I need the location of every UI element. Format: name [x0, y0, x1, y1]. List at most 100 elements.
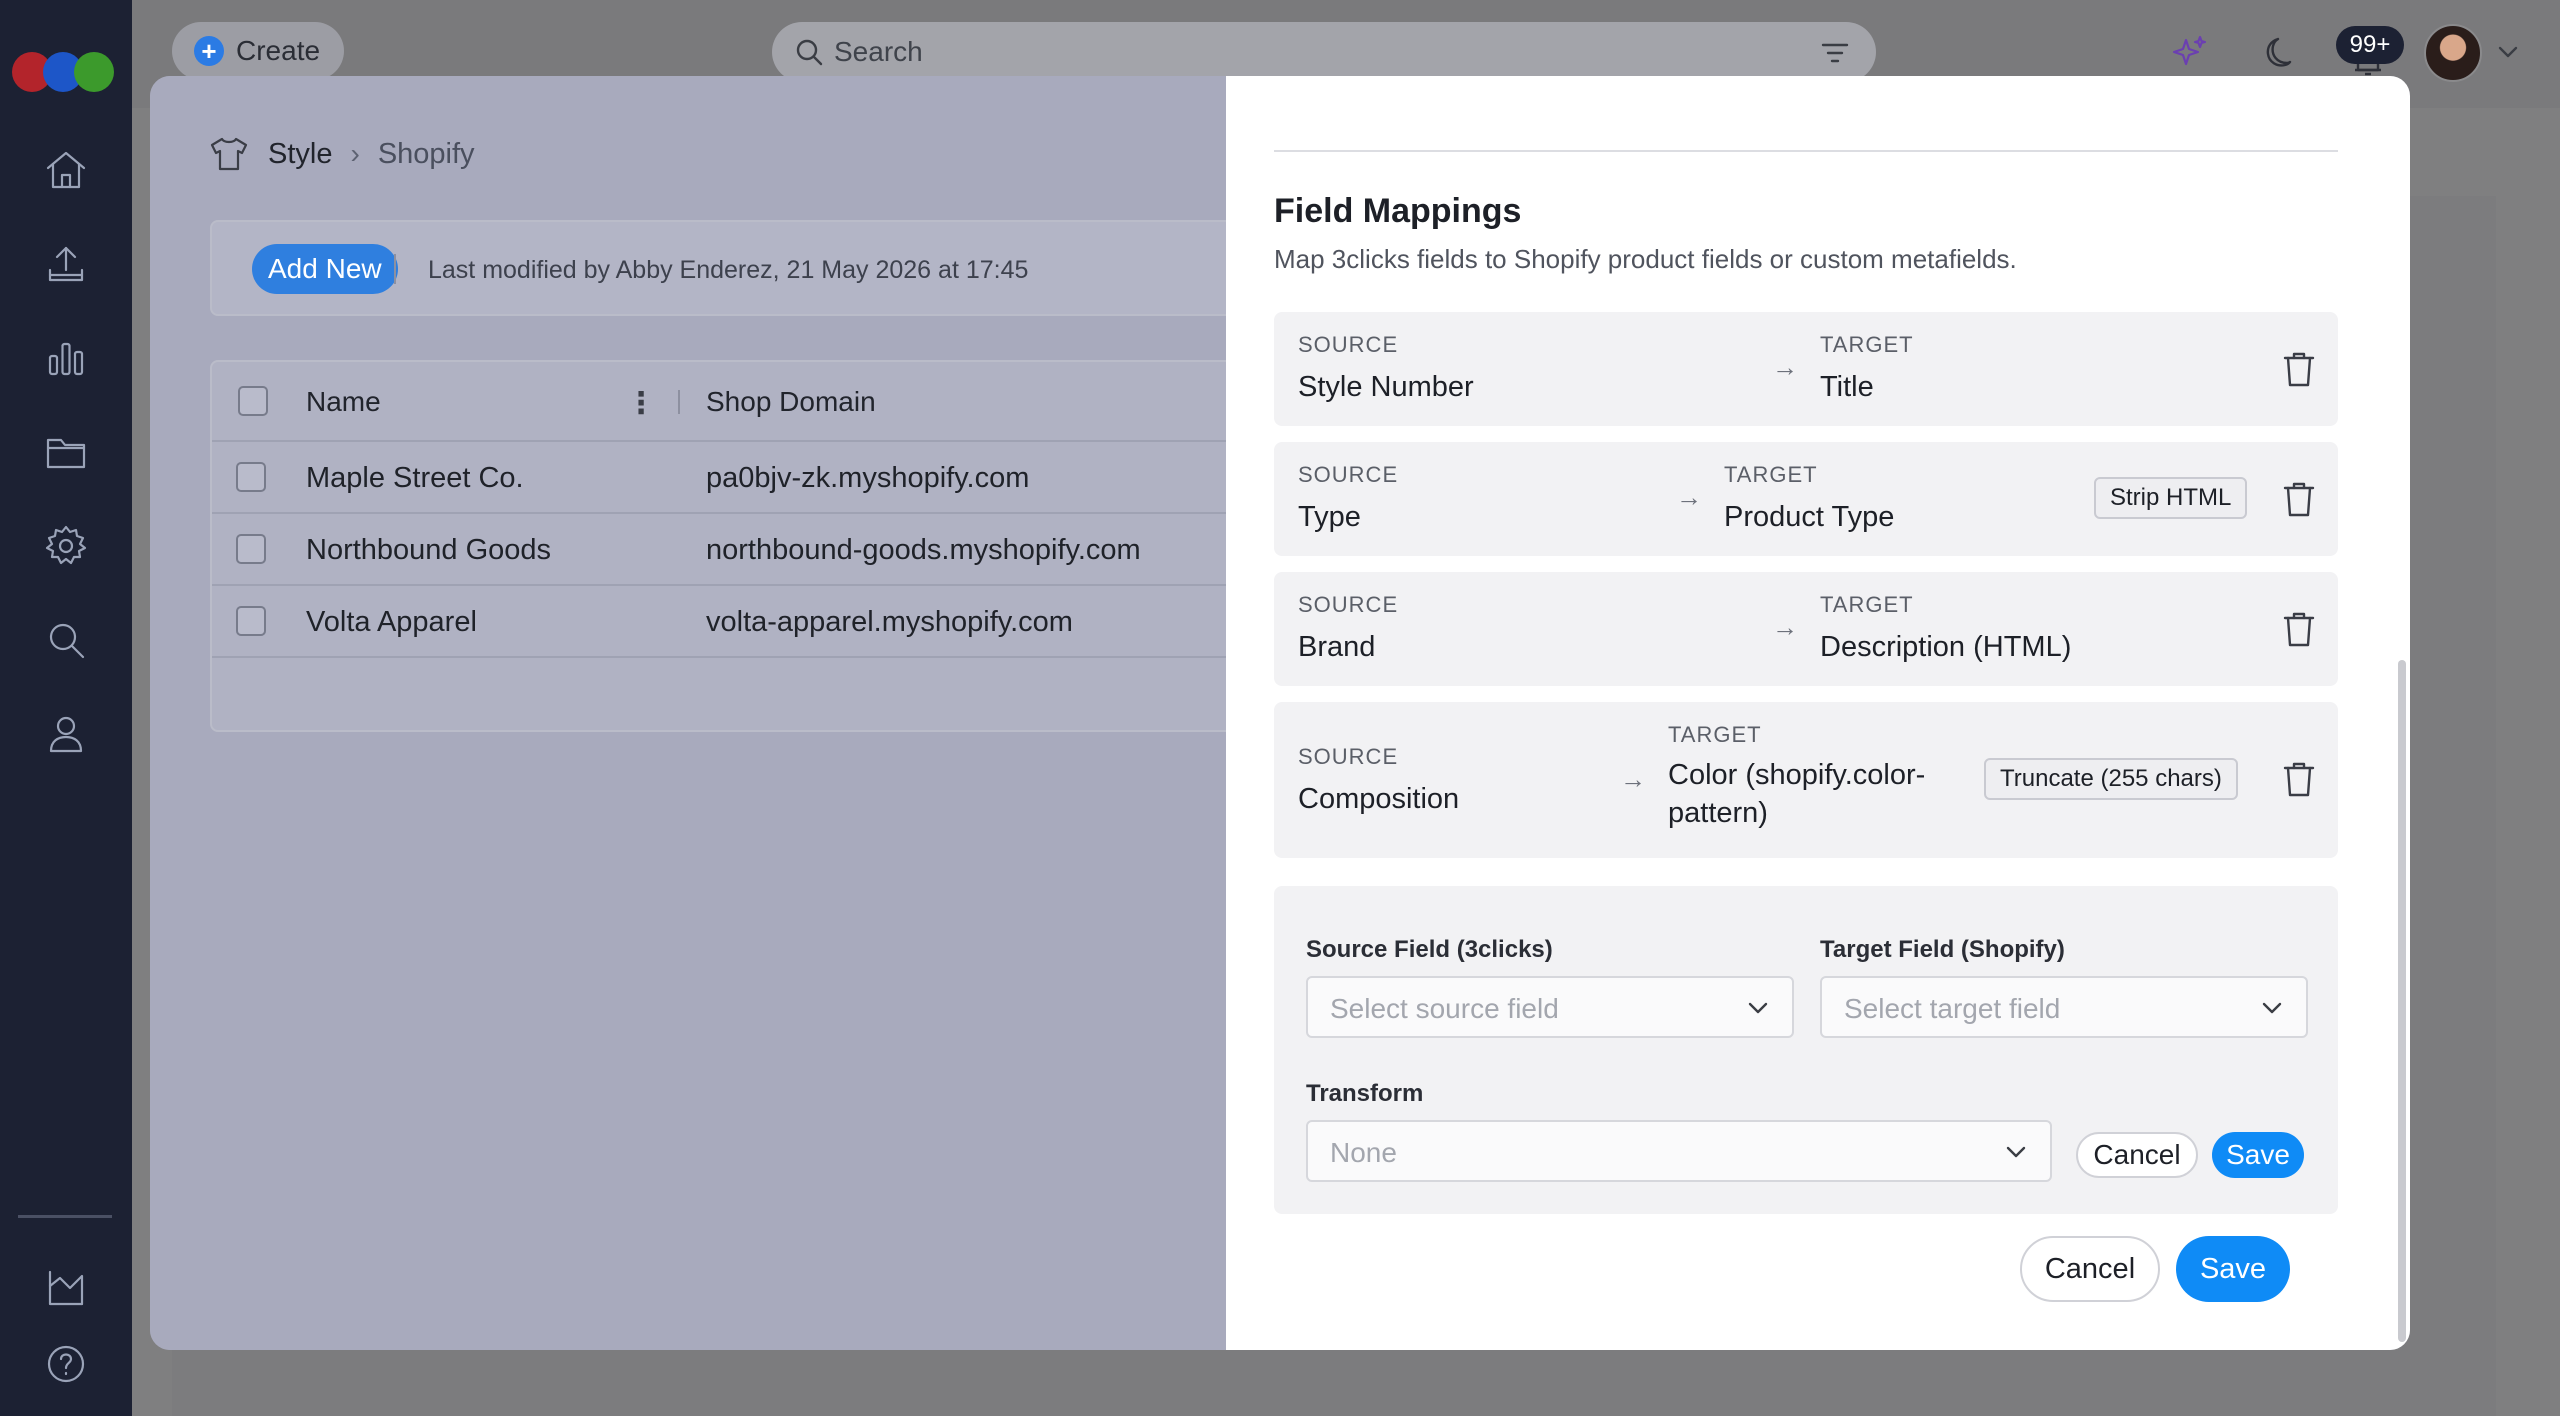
source-field-placeholder: Select source field — [1330, 993, 1559, 1024]
trash-icon[interactable] — [2282, 760, 2316, 798]
target-field-select[interactable]: Select target field — [1820, 976, 2308, 1038]
user-icon[interactable] — [38, 706, 94, 762]
target-label: TARGET — [1668, 722, 1762, 747]
target-label: TARGET — [1820, 332, 1914, 357]
mapping-row: SOURCE Style Number → TARGET Title — [1274, 312, 2338, 426]
target-label: TARGET — [1820, 592, 1914, 617]
select-all-checkbox[interactable] — [238, 386, 268, 416]
row-shop-domain: pa0bjv-zk.myshopify.com — [706, 462, 1030, 494]
mapping-row: SOURCE Brand → TARGET Description (HTML) — [1274, 572, 2338, 686]
global-search-input[interactable]: Search — [772, 22, 1876, 82]
target-label: TARGET — [1724, 462, 1818, 487]
search-placeholder: Search — [834, 36, 923, 67]
row-name: Maple Street Co. — [306, 462, 524, 494]
arrow-right-icon: → — [1772, 612, 1798, 642]
source-value: Brand — [1298, 631, 1376, 663]
breadcrumb-style[interactable]: Style — [268, 138, 332, 171]
analytics-icon[interactable] — [38, 1260, 94, 1316]
transform-value: None — [1330, 1137, 1397, 1168]
filter-icon[interactable] — [1820, 38, 1850, 68]
trash-icon[interactable] — [2282, 350, 2316, 388]
upload-icon[interactable] — [38, 236, 94, 292]
sparkle-icon[interactable] — [2162, 24, 2218, 80]
panel-scrollbar[interactable] — [2398, 660, 2406, 1342]
transform-chip: Truncate (255 chars) — [1984, 758, 2238, 800]
trash-icon[interactable] — [2282, 480, 2316, 518]
target-value: Product Type — [1724, 501, 1895, 533]
column-menu-icon[interactable]: ⋮ — [626, 386, 656, 421]
field-mappings-title: Field Mappings — [1274, 192, 1522, 230]
source-field-label: Source Field (3clicks) — [1306, 936, 1553, 963]
target-field-label: Target Field (Shopify) — [1820, 936, 2065, 963]
notifications-badge[interactable]: 99+ — [2336, 26, 2404, 64]
target-field-placeholder: Select target field — [1844, 993, 2061, 1024]
avatar[interactable] — [2424, 24, 2482, 82]
help-icon[interactable] — [38, 1336, 94, 1392]
source-label: SOURCE — [1298, 592, 1399, 617]
transform-select[interactable]: None — [1306, 1120, 2052, 1182]
left-nav-rail — [0, 0, 132, 1416]
field-mappings-panel: Field Mappings Map 3clicks fields to Sho… — [1226, 76, 2410, 1350]
add-new-button[interactable]: Add New — [252, 244, 398, 294]
home-icon[interactable] — [38, 142, 94, 198]
row-checkbox[interactable] — [236, 534, 266, 564]
source-label: SOURCE — [1298, 332, 1399, 357]
table-row[interactable]: Northbound Goods northbound-goods.myshop… — [212, 514, 1248, 586]
source-label: SOURCE — [1298, 744, 1399, 769]
chevron-down-icon — [2262, 1002, 2282, 1014]
app-logo[interactable] — [12, 52, 118, 92]
create-button[interactable]: + Create — [172, 22, 344, 80]
table-row[interactable]: Volta Apparel volta-apparel.myshopify.co… — [212, 586, 1248, 658]
editor-save-button[interactable]: Save — [2212, 1132, 2304, 1178]
source-value: Type — [1298, 501, 1361, 533]
source-label: SOURCE — [1298, 462, 1399, 487]
dialog-left-pane: Style › Shopify Add New Last modified by… — [150, 76, 1250, 1350]
list-toolbar: Add New Last modified by Abby Enderez, 2… — [210, 220, 1250, 316]
table-row[interactable]: Maple Street Co. pa0bjv-zk.myshopify.com — [212, 442, 1248, 514]
section-divider — [1274, 150, 2338, 152]
field-mappings-subtitle: Map 3clicks fields to Shopify product fi… — [1274, 244, 2017, 274]
arrow-right-icon: → — [1676, 482, 1702, 512]
rail-divider — [18, 1215, 112, 1218]
search-icon[interactable] — [38, 612, 94, 668]
chevron-down-icon[interactable] — [2480, 24, 2536, 80]
column-header-shop-domain[interactable]: Shop Domain — [706, 386, 876, 418]
breadcrumb: Style › Shopify — [208, 136, 475, 172]
folder-icon[interactable] — [38, 424, 94, 480]
table-header: Name ⋮ Shop Domain — [212, 362, 1248, 442]
source-value: Style Number — [1298, 371, 1474, 403]
moon-icon[interactable] — [2252, 24, 2308, 80]
mapping-row: SOURCE Type → TARGET Product Type Strip … — [1274, 442, 2338, 556]
transform-label: Transform — [1306, 1080, 1424, 1107]
target-value: Description (HTML) — [1820, 631, 2072, 663]
target-value: Color (shopify.color-pattern) — [1668, 759, 1926, 829]
target-value: Title — [1820, 371, 1874, 403]
source-field-select[interactable]: Select source field — [1306, 976, 1794, 1038]
column-header-name[interactable]: Name — [306, 386, 381, 418]
page-background — [2400, 196, 2496, 1416]
arrow-right-icon: → — [1772, 352, 1798, 382]
row-shop-domain: volta-apparel.myshopify.com — [706, 606, 1073, 638]
tshirt-icon — [210, 137, 248, 171]
chart-icon[interactable] — [38, 330, 94, 386]
plus-icon: + — [194, 36, 224, 66]
row-checkbox[interactable] — [236, 462, 266, 492]
row-name: Northbound Goods — [306, 534, 552, 566]
save-button[interactable]: Save — [2176, 1236, 2290, 1302]
search-icon — [796, 39, 823, 66]
source-value: Composition — [1298, 783, 1460, 815]
cancel-button[interactable]: Cancel — [2020, 1236, 2160, 1302]
chevron-right-icon: › — [350, 138, 360, 169]
chevron-down-icon — [1748, 1002, 1768, 1014]
editor-cancel-button[interactable]: Cancel — [2076, 1132, 2198, 1178]
column-resize-handle[interactable] — [678, 390, 680, 414]
trash-icon[interactable] — [2282, 610, 2316, 648]
create-label: Create — [236, 35, 321, 66]
gear-icon[interactable] — [38, 518, 94, 574]
row-checkbox[interactable] — [236, 606, 266, 636]
toolbar-divider — [394, 254, 396, 284]
mapping-row: SOURCE Composition → TARGET Color (shopi… — [1274, 702, 2338, 858]
row-name: Volta Apparel — [306, 606, 477, 638]
breadcrumb-shopify: Shopify — [377, 137, 475, 170]
shops-table: Name ⋮ Shop Domain Maple Street Co. pa0b… — [210, 360, 1250, 732]
